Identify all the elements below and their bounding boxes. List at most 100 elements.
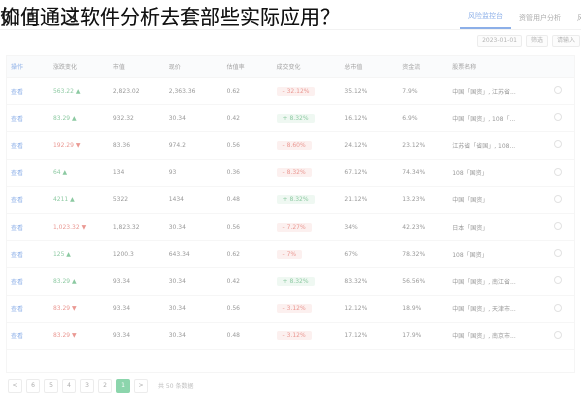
radio-icon[interactable] <box>554 86 563 95</box>
next-page-button[interactable]: > <box>134 379 148 393</box>
cell-d: 34% <box>344 223 358 231</box>
view-link[interactable]: 查看 <box>7 250 49 259</box>
radio-icon[interactable] <box>554 113 563 122</box>
col-op: 操作 <box>11 64 24 71</box>
search-input[interactable]: 请输入 <box>551 35 580 47</box>
view-link[interactable]: 查看 <box>7 331 49 340</box>
page-button[interactable]: 6 <box>26 379 40 393</box>
row-select[interactable] <box>550 167 574 178</box>
col-c[interactable]: 估值率 <box>223 62 273 71</box>
page-button[interactable]: 4 <box>62 379 76 393</box>
stock-name: 中国「国资」, 南江省... <box>452 278 516 286</box>
pagination: <6 5 4 3 2 1 > <box>8 378 148 394</box>
table-row[interactable]: 查看 83.29 ▲ 932.32 30.34 0.42 + 8.32% 16.12% 6.9… <box>7 105 574 133</box>
filter-button[interactable]: 筛选 <box>525 35 548 47</box>
change-pill-cell: - 3.12% <box>273 331 341 341</box>
change-pill: - 3.12% <box>276 331 312 341</box>
row-select[interactable] <box>550 330 574 341</box>
table-row[interactable]: 查看 83.29 ▲ 93.34 30.34 0.42 + 8.32% 83.32% 56.5… <box>7 268 574 296</box>
tab-risk-metrics[interactable]: 风险指标 <box>569 13 581 29</box>
row-select[interactable] <box>550 222 574 232</box>
radio-icon[interactable] <box>554 249 563 258</box>
view-link[interactable]: 查看 <box>7 223 49 232</box>
cell-e: 18.9% <box>402 305 422 313</box>
cell-c: 0.48 <box>226 196 240 204</box>
cell-b: 30.34 <box>168 223 186 231</box>
table-row[interactable]: 查看 83.29 ▼ 93.34 30.34 0.56 - 3.12% 12.12% 18.9… <box>7 296 574 323</box>
view-link[interactable]: 查看 <box>7 304 49 313</box>
tab-risk-dashboard[interactable]: 风险监控台 <box>460 11 511 29</box>
row-select[interactable] <box>550 249 574 259</box>
table-row[interactable]: 查看 125 ▲ 1200.3 643.34 0.62 - 7% 67% 78.32% 108「… <box>7 241 574 269</box>
col-pill[interactable]: 成交变化 <box>273 62 341 71</box>
row-select[interactable] <box>550 86 574 96</box>
prev-page-button[interactable]: < <box>8 379 22 393</box>
row-select[interactable] <box>550 276 574 286</box>
col-e[interactable]: 资金流 <box>398 62 448 71</box>
cell-e: 13.23% <box>402 196 426 204</box>
radio-icon[interactable] <box>554 276 563 285</box>
view-link[interactable]: 查看 <box>7 114 49 123</box>
row-select[interactable] <box>550 140 574 150</box>
date-filter[interactable]: 2023-01-01 <box>477 35 522 47</box>
col-name[interactable]: 股票名称 <box>448 62 550 71</box>
cell-b: 30.34 <box>168 114 186 122</box>
cell-c: 0.56 <box>226 141 240 149</box>
view-link[interactable]: 查看 <box>7 168 49 177</box>
radio-icon[interactable] <box>554 222 563 231</box>
row-select[interactable] <box>550 113 574 123</box>
table-row[interactable]: 查看 64 ▲ 134 93 0.36 - 8.32% 67.12% 74.34% 108「国资… <box>7 160 574 187</box>
stock-name: 江苏省「省国」, 108... <box>452 142 516 150</box>
page-button[interactable]: 1 <box>116 379 130 393</box>
stock-name: 日本「国资」 <box>452 224 489 232</box>
total-count: 共 50 条数据 <box>158 383 194 390</box>
cell-a: 1,823.32 <box>112 223 140 231</box>
background-table-screenshot: 风险监控台 资管用户分析 风险指标 2023-01-01 筛选 请输入 操作 涨… <box>0 0 581 400</box>
table-row[interactable]: 查看 563.22 ▲ 2,823.02 2,363.36 0.62 - 32.12% 35… <box>7 78 574 106</box>
cell-e: 78.32% <box>402 250 426 258</box>
page-button[interactable]: 5 <box>44 379 58 393</box>
table-row[interactable]: 查看 83.29 ▼ 93.34 30.34 0.48 - 3.12% 17.12% 17.9… <box>7 323 574 350</box>
cell-e: 23.12% <box>402 141 426 149</box>
cell-c: 0.62 <box>226 250 240 258</box>
change-pill: - 3.12% <box>276 304 312 314</box>
col-chg[interactable]: 涨跌变化 <box>49 62 109 71</box>
radio-icon[interactable] <box>554 194 563 203</box>
change-pill: - 8.32% <box>276 168 312 178</box>
radio-icon[interactable] <box>554 167 563 176</box>
page-button[interactable]: 2 <box>98 379 112 393</box>
row-select[interactable] <box>550 194 574 205</box>
cell-e: 6.9% <box>402 114 418 122</box>
page-button[interactable]: 3 <box>80 379 94 393</box>
view-link[interactable]: 查看 <box>7 195 49 204</box>
change-pill: - 8.60% <box>276 140 312 150</box>
view-link[interactable]: 查看 <box>7 87 49 96</box>
view-link[interactable]: 查看 <box>7 141 49 150</box>
change-pill: - 32.12% <box>276 86 316 96</box>
table-row[interactable]: 查看 1,023.32 ▼ 1,823.32 30.34 0.56 - 7.27% 34% 4… <box>7 214 574 242</box>
cell-a: 93.34 <box>112 305 131 313</box>
cell-a: 93.34 <box>112 277 131 285</box>
view-link[interactable]: 查看 <box>7 277 49 286</box>
radio-icon[interactable] <box>554 303 563 312</box>
cell-c: 0.48 <box>226 332 240 340</box>
table-row[interactable]: 查看 4211 ▲ 5322 1434 0.48 + 8.32% 21.12% 13.23% 中… <box>7 187 574 214</box>
row-select[interactable] <box>550 303 574 314</box>
cell-b: 643.34 <box>168 250 190 258</box>
radio-icon[interactable] <box>554 140 563 149</box>
change-pill-cell: + 8.32% <box>273 276 341 286</box>
tab-user-analysis[interactable]: 资管用户分析 <box>511 13 569 29</box>
change-pill: - 7.27% <box>276 222 312 232</box>
change-pill: + 8.32% <box>276 113 315 123</box>
col-a[interactable]: 市值 <box>109 62 165 71</box>
col-d[interactable]: 总市值 <box>340 62 398 71</box>
change-pill-cell: - 7.27% <box>273 222 341 232</box>
cell-a: 5322 <box>112 196 129 204</box>
cell-a: 1200.3 <box>112 250 134 258</box>
col-b[interactable]: 现价 <box>165 62 223 71</box>
radio-icon[interactable] <box>554 330 563 339</box>
cell-b: 30.34 <box>168 277 186 285</box>
cell-a: 134 <box>112 169 125 177</box>
table-row[interactable]: 查看 192.29 ▼ 83.36 974.2 0.56 - 8.60% 24.12% 23.… <box>7 132 574 160</box>
change-value: 83.29 ▲ <box>52 114 77 122</box>
